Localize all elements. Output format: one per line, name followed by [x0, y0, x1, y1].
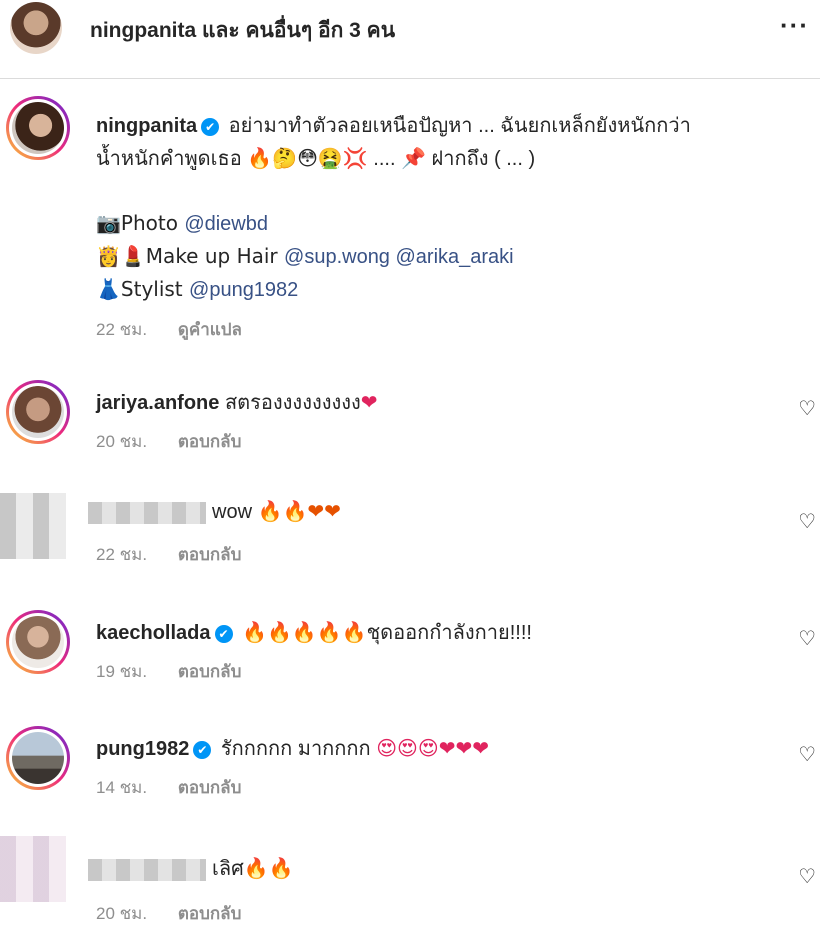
- like-heart-icon[interactable]: ♡: [798, 396, 816, 421]
- comment-avatar-ring[interactable]: [6, 726, 70, 790]
- post-header: ningpanita และ คนอื่นๆ อีก 3 คน ···: [0, 0, 820, 79]
- comment-avatar[interactable]: [12, 616, 64, 668]
- comment-avatar-blurred[interactable]: [0, 836, 66, 902]
- reply-button[interactable]: ตอบกลับ: [178, 778, 242, 797]
- header-title[interactable]: ningpanita และ คนอื่นๆ อีก 3 คน: [90, 14, 395, 47]
- comment-timestamp[interactable]: 14 ชม.: [96, 778, 147, 797]
- comment-text: เลิศ: [212, 858, 244, 880]
- comment-username[interactable]: pung1982: [96, 738, 189, 760]
- caption-line1: อย่ามาทำตัวลอยเหนือปัญหา ... ฉันยกเหล็กย…: [228, 115, 691, 137]
- makeup-mention-links[interactable]: @sup.wong @arika_araki: [284, 246, 514, 268]
- caption-username[interactable]: ningpanita: [96, 115, 197, 137]
- comment-text: รักกกกก มากกกก: [220, 738, 371, 760]
- reply-button[interactable]: ตอบกลับ: [178, 545, 242, 564]
- comment-avatar-ring[interactable]: [6, 610, 70, 674]
- comment-emoji: 🔥🔥: [243, 856, 294, 880]
- comment-timestamp[interactable]: 22 ชม.: [96, 545, 147, 564]
- comment-avatar-blurred[interactable]: [0, 493, 66, 559]
- caption-emoji: 🔥🤔😳🤮💢: [247, 146, 368, 170]
- comment-emoji: 😍😍😍❤❤❤: [376, 736, 490, 760]
- caption-line2-rest: .... 📌 ฝากถึง ( ... ): [367, 148, 536, 170]
- see-translation-link[interactable]: ดูคำแปล: [178, 320, 242, 339]
- comment-text: สตรองงงงงงงงง: [224, 392, 361, 414]
- comment-username[interactable]: jariya.anfone: [96, 392, 219, 414]
- stylist-mention-link[interactable]: @pung1982: [189, 279, 298, 301]
- comment-emoji: 🔥🔥🔥🔥🔥: [242, 620, 367, 644]
- caption-timestamp[interactable]: 22 ชม.: [96, 320, 147, 339]
- like-heart-icon[interactable]: ♡: [798, 626, 816, 651]
- caption-avatar-ring[interactable]: [6, 96, 70, 160]
- header-avatar[interactable]: [10, 2, 62, 54]
- comment-emoji: ❤: [360, 390, 378, 414]
- comment-username-blurred[interactable]: [88, 858, 206, 881]
- verified-badge-icon: ✔: [201, 117, 220, 136]
- comment-username-blurred[interactable]: [88, 501, 206, 524]
- like-heart-icon[interactable]: ♡: [798, 864, 816, 889]
- caption-text: ningpanita ✔ อย่ามาทำตัวลอยเหนือปัญหา ...…: [96, 110, 796, 346]
- photo-label: 📷Photo: [96, 211, 185, 235]
- comment-avatar[interactable]: [12, 732, 64, 784]
- caption-line2-text: น้ำหนักคำพูดเธอ: [96, 148, 242, 170]
- comment-timestamp[interactable]: 19 ชม.: [96, 662, 147, 681]
- reply-button[interactable]: ตอบกลับ: [178, 662, 242, 681]
- comment-avatar-ring[interactable]: [6, 380, 70, 444]
- like-heart-icon[interactable]: ♡: [798, 509, 816, 534]
- verified-badge-icon: ✔: [193, 740, 212, 759]
- comment-emoji: 🔥🔥❤❤: [257, 499, 341, 523]
- like-heart-icon[interactable]: ♡: [798, 742, 816, 767]
- more-options-icon[interactable]: ···: [780, 10, 809, 41]
- comment-text: wow: [212, 501, 253, 523]
- comment-username[interactable]: kaechollada: [96, 622, 211, 644]
- photo-mention-link[interactable]: @diewbd: [184, 213, 268, 235]
- caption-avatar[interactable]: [12, 102, 64, 154]
- makeup-label: 👸💄Make up Hair: [96, 244, 285, 268]
- verified-badge-icon: ✔: [214, 624, 233, 643]
- comment-timestamp[interactable]: 20 ชม.: [96, 432, 147, 451]
- reply-button[interactable]: ตอบกลับ: [178, 432, 242, 451]
- comment-avatar[interactable]: [12, 386, 64, 438]
- comment-text: ชุดออกกำลังกาย!!!!: [366, 622, 532, 644]
- comment-timestamp[interactable]: 20 ชม.: [96, 904, 147, 923]
- stylist-label: 👗Stylist: [96, 277, 190, 301]
- reply-button[interactable]: ตอบกลับ: [178, 904, 242, 923]
